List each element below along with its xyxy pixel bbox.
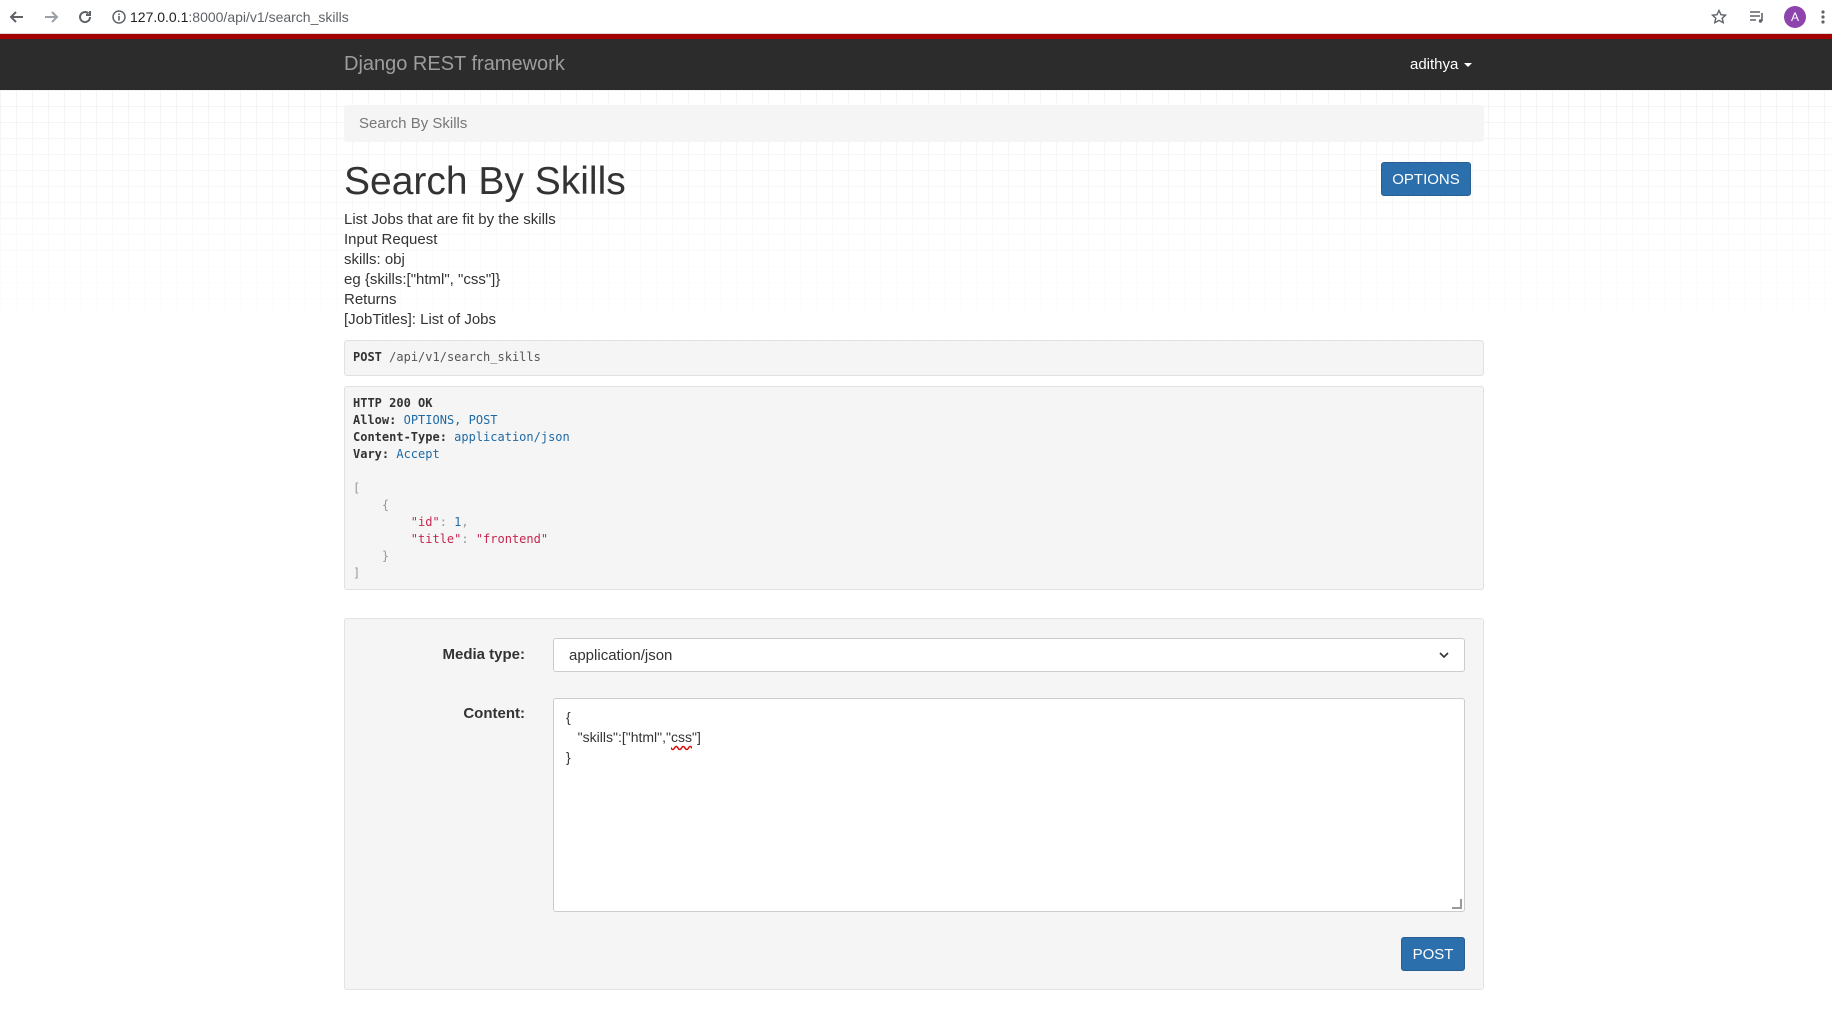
request-url: /api/v1/search_skills	[389, 350, 541, 364]
header-name: Vary:	[353, 447, 390, 461]
page-title: Search By Skills	[344, 160, 626, 203]
description-line: eg {skills:["html", "css"]}	[344, 271, 501, 288]
url-host: 127.0.0.1	[130, 8, 189, 25]
description-line: Input Request	[344, 231, 438, 248]
options-button[interactable]: OPTIONS	[1381, 162, 1471, 196]
description-line: [JobTitles]: List of Jobs	[344, 311, 497, 328]
media-type-label: Media type:	[442, 646, 525, 663]
header-value: Accept	[396, 447, 440, 461]
description-line: List Jobs that are fit by the skills	[344, 211, 556, 228]
menu-icon[interactable]	[1814, 0, 1832, 33]
brand-link[interactable]: Django REST framework	[344, 53, 565, 76]
request-info: POST /api/v1/search_skills	[344, 340, 1484, 376]
json-key: "id"	[410, 515, 440, 529]
caret-down-icon	[1464, 63, 1473, 68]
content-label: Content:	[463, 705, 525, 722]
post-form-panel: Media type: application/json Content: { …	[344, 618, 1484, 990]
resize-handle[interactable]	[1452, 899, 1462, 909]
response-status: HTTP 200 OK	[353, 396, 433, 410]
avatar: A	[1784, 5, 1806, 28]
user-name: adithya	[1410, 56, 1459, 73]
chevron-down-icon	[1439, 647, 1449, 664]
url-path: :8000/api/v1/search_skills	[188, 8, 349, 25]
breadcrumb: Search By Skills	[344, 105, 1484, 142]
media-type-value: application/json	[569, 646, 673, 664]
content-textarea[interactable]: { "skills":["html","css"] }	[553, 698, 1465, 912]
address-bar[interactable]: 127.0.0.1:8000/api/v1/search_skills	[108, 4, 349, 30]
profile-avatar[interactable]: A	[1776, 0, 1814, 33]
browser-toolbar: 127.0.0.1:8000/api/v1/search_skills A	[0, 0, 1832, 34]
user-dropdown[interactable]: adithya	[1410, 56, 1473, 73]
description-line: Returns	[344, 291, 397, 308]
top-navbar: Django REST framework adithya	[0, 34, 1832, 90]
site-info-icon[interactable]	[108, 9, 130, 24]
star-icon[interactable]	[1700, 0, 1738, 33]
header-value: application/json	[454, 430, 570, 444]
content-line: "skills":["html","css"]	[566, 729, 701, 745]
request-method: POST	[353, 350, 382, 364]
content-line: {	[566, 709, 571, 725]
response-info: HTTP 200 OK Allow: OPTIONS, POST Content…	[344, 386, 1484, 590]
json-value: "frontend"	[475, 532, 549, 546]
media-control-icon[interactable]	[1738, 0, 1776, 33]
endpoint-description: List Jobs that are fit by the skills Inp…	[344, 210, 556, 330]
header-name: Allow:	[353, 413, 397, 427]
header-name: Content-Type:	[353, 430, 447, 444]
json-key: "title"	[410, 532, 462, 546]
back-icon[interactable]	[0, 0, 34, 33]
media-type-select[interactable]: application/json	[553, 638, 1465, 672]
breadcrumb-item[interactable]: Search By Skills	[359, 115, 467, 132]
content-line: }	[566, 749, 571, 765]
forward-icon[interactable]	[34, 0, 68, 33]
post-button[interactable]: POST	[1401, 937, 1465, 971]
description-line: skills: obj	[344, 251, 405, 268]
reload-icon[interactable]	[68, 0, 102, 33]
header-value: OPTIONS, POST	[403, 413, 498, 427]
